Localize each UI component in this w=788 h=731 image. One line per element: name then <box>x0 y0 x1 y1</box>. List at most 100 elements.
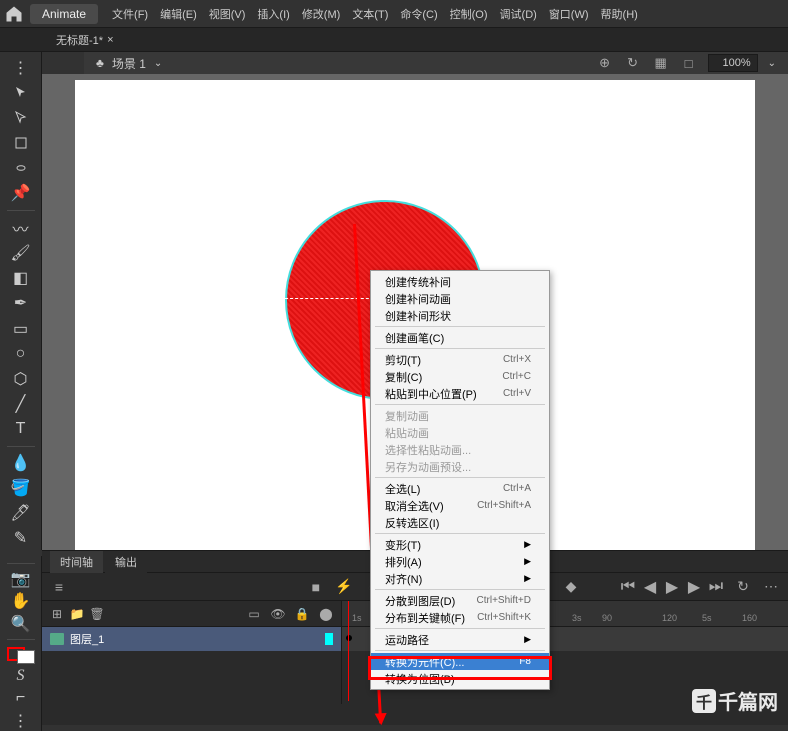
subselect-tool[interactable] <box>5 106 37 129</box>
text-tool[interactable]: T <box>5 418 37 441</box>
context-menu-item[interactable]: 取消全选(V)Ctrl+Shift+A <box>371 497 549 514</box>
layer-row[interactable]: 图层_1 <box>42 627 341 651</box>
context-menu-item[interactable]: 分散到图层(D)Ctrl+Shift+D <box>371 592 549 609</box>
highlight-icon[interactable]: ▭ <box>247 607 261 621</box>
fit-icon[interactable]: □ <box>680 54 698 72</box>
context-menu-item[interactable]: 创建补间形状 <box>371 307 549 324</box>
lock-icon[interactable]: 🔒 <box>295 607 309 621</box>
brush-tool[interactable]: 🖌 <box>5 242 37 265</box>
context-menu-item[interactable]: 反转选区(I) <box>371 514 549 531</box>
animate-button[interactable]: Animate <box>30 4 98 24</box>
context-menu-item[interactable]: 对齐(N)▶ <box>371 570 549 587</box>
ellipse-tool[interactable]: ○ <box>5 342 37 365</box>
home-icon[interactable] <box>4 4 24 24</box>
hand-tool[interactable]: ✋ <box>5 591 37 611</box>
pen-tool[interactable]: ✒ <box>5 292 37 315</box>
layer-name[interactable]: 图层_1 <box>70 631 319 647</box>
center-stage-icon[interactable]: ⊕ <box>596 54 614 72</box>
menu-window[interactable]: 窗口(W) <box>543 2 595 26</box>
menu-command[interactable]: 命令(C) <box>394 2 443 26</box>
menu-modify[interactable]: 修改(M) <box>296 2 347 26</box>
eraser-tool[interactable]: ◧ <box>5 267 37 290</box>
asset-warp-tool[interactable]: ✎ <box>5 527 37 550</box>
scene-name[interactable]: 场景 1 <box>112 55 146 72</box>
separator <box>375 348 545 349</box>
menu-insert[interactable]: 插入(I) <box>251 2 295 26</box>
menu-file[interactable]: 文件(F) <box>106 2 154 26</box>
rectangle-tool[interactable]: ▭ <box>5 317 37 340</box>
layers-icon[interactable]: ≡ <box>50 578 68 596</box>
keyframe-icon[interactable] <box>346 635 352 641</box>
context-menu-item[interactable]: 剪切(T)Ctrl+X <box>371 351 549 368</box>
delete-layer-icon[interactable]: 🗑 <box>90 607 104 621</box>
snap-icon[interactable]: ⌐ <box>5 688 37 708</box>
camera-icon[interactable]: ■ <box>307 578 325 596</box>
zoom-tool[interactable]: 🔍 <box>5 614 37 634</box>
clip-icon[interactable]: ▦ <box>652 54 670 72</box>
fill-color[interactable] <box>17 650 35 664</box>
context-menu-item[interactable]: 全选(L)Ctrl+A <box>371 480 549 497</box>
context-menu-item[interactable]: 转换为元件(C)...F8 <box>371 653 549 670</box>
add-layer-icon[interactable]: ⊞ <box>50 607 64 621</box>
pin-tool[interactable]: 📌 <box>5 182 37 205</box>
context-menu-item[interactable]: 分布到关键帧(F)Ctrl+Shift+K <box>371 609 549 626</box>
playhead[interactable] <box>348 601 349 701</box>
shortcut-label: Ctrl+Shift+K <box>477 612 531 623</box>
context-menu-item[interactable]: 转换为位图(B) <box>371 670 549 687</box>
chevron-right-icon: ▶ <box>524 539 531 550</box>
context-menu-label: 转换为元件(C)... <box>385 654 464 670</box>
visibility-icon[interactable]: 👁 <box>271 607 285 621</box>
paint-bucket-tool[interactable]: 🪣 <box>5 477 37 500</box>
document-tab-bar: 无标题-1* × <box>0 28 788 52</box>
menu-view[interactable]: 视图(V) <box>203 2 252 26</box>
menu-text[interactable]: 文本(T) <box>346 2 394 26</box>
fluid-brush-tool[interactable]: 〰 <box>5 216 37 240</box>
zoom-input[interactable]: 100% <box>708 54 758 72</box>
parent-icon[interactable]: ⬤ <box>319 607 333 621</box>
menu-control[interactable]: 控制(O) <box>444 2 494 26</box>
context-menu-item[interactable]: 创建传统补间 <box>371 273 549 290</box>
prev-frame-icon[interactable]: ◀ <box>642 579 658 595</box>
add-folder-icon[interactable]: 📁 <box>70 607 84 621</box>
insert-keyframe-icon[interactable]: ◆ <box>562 578 580 596</box>
stroke-fill-colors[interactable] <box>7 647 35 664</box>
context-menu-item[interactable]: 运动路径▶ <box>371 631 549 648</box>
chevron-down-icon[interactable]: ⌄ <box>768 58 776 69</box>
next-frame-icon[interactable]: ▶ <box>686 579 702 595</box>
document-tab[interactable]: 无标题-1* × <box>48 28 122 52</box>
chevron-right-icon: ▶ <box>524 573 531 584</box>
menu-edit[interactable]: 编辑(E) <box>154 2 203 26</box>
more-icon[interactable]: ⋮ <box>5 711 37 731</box>
tab-output[interactable]: 输出 <box>105 551 147 573</box>
context-menu-item[interactable]: 粘贴到中心位置(P)Ctrl+V <box>371 385 549 402</box>
loop-icon[interactable]: ↻ <box>734 578 752 596</box>
eyedropper-tool[interactable]: 💧 <box>5 452 37 475</box>
tab-timeline[interactable]: 时间轴 <box>50 551 103 573</box>
selection-tool[interactable] <box>5 81 37 104</box>
close-icon[interactable]: × <box>107 34 113 46</box>
context-menu-item[interactable]: 复制(C)Ctrl+C <box>371 368 549 385</box>
swap-symbol-icon[interactable]: S <box>5 666 37 686</box>
camera-tool[interactable]: 📷 <box>5 569 37 589</box>
context-menu-item[interactable]: 创建补间动画 <box>371 290 549 307</box>
more-icon[interactable]: ⋯ <box>762 578 780 596</box>
polystar-tool[interactable]: ⬡ <box>5 367 37 390</box>
menu-help[interactable]: 帮助(H) <box>595 2 644 26</box>
transform-tool[interactable] <box>5 131 37 154</box>
context-menu-item[interactable]: 创建画笔(C) <box>371 329 549 346</box>
last-frame-icon[interactable]: ⏭ <box>708 579 724 595</box>
chevron-down-icon[interactable]: ⌄ <box>154 58 162 69</box>
context-menu-label: 转换为位图(B) <box>385 671 455 687</box>
ink-bottle-tool[interactable]: 🖊 <box>5 502 37 525</box>
graph-icon[interactable]: ⚡ <box>335 578 353 596</box>
menu-debug[interactable]: 调试(D) <box>494 2 543 26</box>
more-icon[interactable]: ⋮ <box>5 56 37 79</box>
layer-color-swatch[interactable] <box>325 633 333 645</box>
rotate-icon[interactable]: ↻ <box>624 54 642 72</box>
lasso-tool[interactable] <box>5 157 37 180</box>
context-menu-item[interactable]: 变形(T)▶ <box>371 536 549 553</box>
play-icon[interactable]: ▶ <box>664 579 680 595</box>
line-tool[interactable]: ╱ <box>5 392 37 415</box>
context-menu-item[interactable]: 排列(A)▶ <box>371 553 549 570</box>
first-frame-icon[interactable]: ⏮ <box>620 579 636 595</box>
